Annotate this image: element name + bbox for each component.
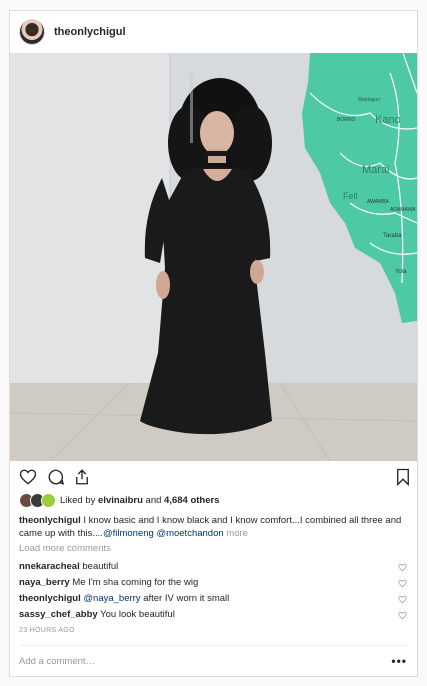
comment-text: You look beautiful: [100, 609, 175, 620]
post-card: theonlychigul Kano Maiduguri BORNO Marai…: [9, 10, 418, 677]
likes-prefix: Liked by: [60, 494, 99, 506]
comment-mention[interactable]: @naya_berry: [83, 593, 140, 604]
comment-username[interactable]: naya_berry: [19, 577, 70, 588]
comment-username[interactable]: nnekaracheal: [19, 561, 80, 572]
heart-icon[interactable]: [398, 611, 407, 620]
comment: sassy_chef_abby You look beautiful: [19, 608, 407, 622]
likes-count[interactable]: 4,684 others: [164, 495, 219, 506]
likes-row: Liked by elvinaibru and 4,684 others: [19, 491, 220, 509]
comment-icon[interactable]: [47, 468, 65, 486]
post-header: theonlychigul: [10, 11, 417, 53]
action-bar: [10, 468, 417, 492]
load-more-comments[interactable]: Load more comments: [19, 543, 111, 554]
map-label: Taraba: [383, 233, 402, 239]
comment-text: Me I'm sha coming for the wig: [72, 577, 199, 588]
map-label: Fell: [343, 191, 358, 201]
post-username[interactable]: theonlychigul: [54, 26, 126, 38]
post-timestamp[interactable]: 23 HOURS AGO: [19, 627, 75, 634]
comment: nnekaracheal beautiful: [19, 560, 407, 574]
caption-username[interactable]: theonlychigul: [19, 515, 81, 526]
share-icon[interactable]: [73, 468, 91, 486]
map-label: Yola: [395, 269, 407, 275]
comment-text: after IV worn it small: [140, 593, 230, 604]
comment-username[interactable]: theonlychigul: [19, 593, 81, 604]
caption-mention[interactable]: @filmoneng: [103, 528, 154, 539]
comment-text: beautiful: [82, 561, 119, 572]
likes-middle: and: [142, 494, 165, 506]
heart-icon[interactable]: [19, 468, 37, 486]
map-label: Maiduguri: [358, 97, 380, 103]
avatar[interactable]: [19, 19, 45, 45]
comment: naya_berry Me I'm sha coming for the wig: [19, 576, 407, 590]
post-photo[interactable]: Kano Maiduguri BORNO Marai Fell AWAMBA A…: [10, 53, 417, 461]
more-options-icon[interactable]: •••: [391, 654, 407, 668]
map-label: Marai: [362, 164, 390, 176]
caption-mention[interactable]: @moetchandon: [156, 528, 223, 539]
likes-text: Liked by elvinaibru and 4,684 others: [60, 495, 220, 506]
post-image: Kano Maiduguri BORNO Marai Fell AWAMBA A…: [10, 53, 417, 461]
caption-more-link[interactable]: more: [226, 528, 248, 539]
map-label: ADAMAWA: [390, 207, 416, 213]
liker-avatar[interactable]: [41, 492, 56, 508]
map-label: AWAMBA: [367, 199, 390, 205]
bookmark-icon[interactable]: [394, 468, 412, 486]
divider: [19, 645, 408, 646]
map-label: Kano: [375, 114, 401, 126]
comment-username[interactable]: sassy_chef_abby: [19, 609, 98, 620]
heart-icon[interactable]: [398, 595, 407, 604]
heart-icon[interactable]: [398, 579, 407, 588]
post-caption: theonlychigul I know basic and I know bl…: [19, 514, 407, 540]
map-label: BORNO: [337, 117, 355, 123]
liked-by-user[interactable]: elvinaibru: [98, 495, 143, 506]
add-comment-input[interactable]: Add a comment…: [19, 656, 95, 667]
comment: theonlychigul @naya_berry after IV worn …: [19, 592, 407, 606]
heart-icon[interactable]: [398, 563, 407, 572]
